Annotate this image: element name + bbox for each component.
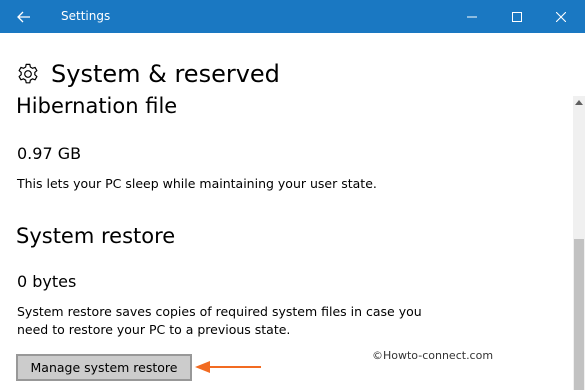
system-restore-description-line-2: need to restore your PC to a previous st… (17, 322, 291, 337)
hibernation-description: This lets your PC sleep while maintainin… (17, 176, 377, 191)
chevron-up-icon (575, 99, 583, 105)
close-button[interactable] (541, 0, 580, 33)
back-button[interactable] (0, 0, 48, 33)
watermark: ©Howto-connect.com (372, 349, 494, 362)
title-bar: Settings (0, 0, 585, 33)
gear-icon (17, 63, 39, 85)
system-restore-size: 0 bytes (17, 272, 77, 291)
back-arrow-icon (17, 11, 30, 22)
page-title: System & reserved (51, 60, 280, 88)
system-restore-heading: System restore (16, 224, 176, 248)
page-header: System & reserved (17, 57, 280, 91)
hibernation-size: 0.97 GB (17, 144, 82, 163)
maximize-button[interactable] (497, 0, 536, 33)
window-title: Settings (61, 9, 111, 23)
manage-system-restore-button[interactable]: Manage system restore (16, 354, 192, 381)
orange-arrow-annotation (195, 361, 261, 373)
minimize-button[interactable] (452, 0, 491, 33)
scroll-up-button[interactable] (573, 96, 585, 108)
close-icon (555, 11, 566, 22)
system-restore-description-line-1: System restore saves copies of required … (17, 304, 422, 319)
maximize-icon (511, 11, 522, 22)
hibernation-heading: Hibernation file (16, 94, 178, 118)
minimize-icon (466, 16, 477, 17)
scrollbar-thumb[interactable] (574, 239, 584, 390)
